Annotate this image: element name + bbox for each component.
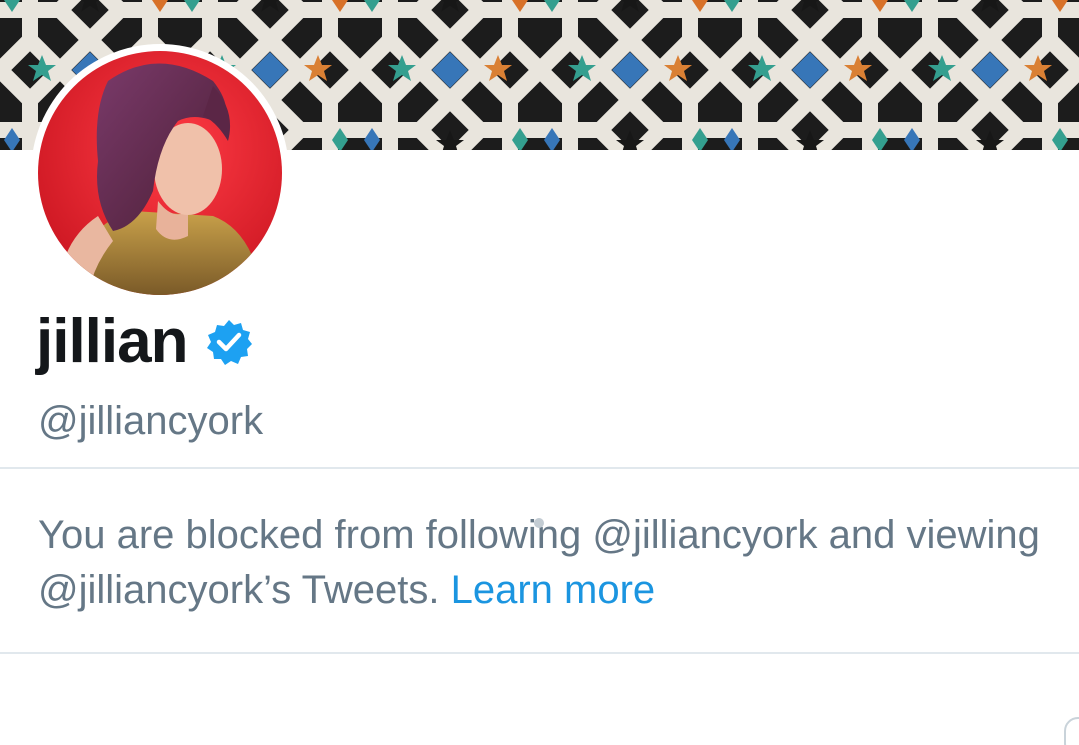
profile-page: jillian @jilliancyork You are blocked fr… (0, 0, 1079, 745)
profile-handle: @jilliancyork (38, 399, 264, 443)
profile-name-row: jillian (36, 302, 253, 382)
display-name: jillian (36, 307, 188, 376)
avatar-photo (38, 51, 282, 295)
divider (0, 467, 1079, 469)
profile-avatar[interactable] (31, 44, 289, 302)
scroll-indicator (534, 518, 544, 528)
learn-more-link[interactable]: Learn more (451, 568, 656, 612)
divider (0, 652, 1079, 654)
verified-badge-icon (207, 320, 253, 365)
floating-action-button[interactable] (1064, 717, 1079, 745)
